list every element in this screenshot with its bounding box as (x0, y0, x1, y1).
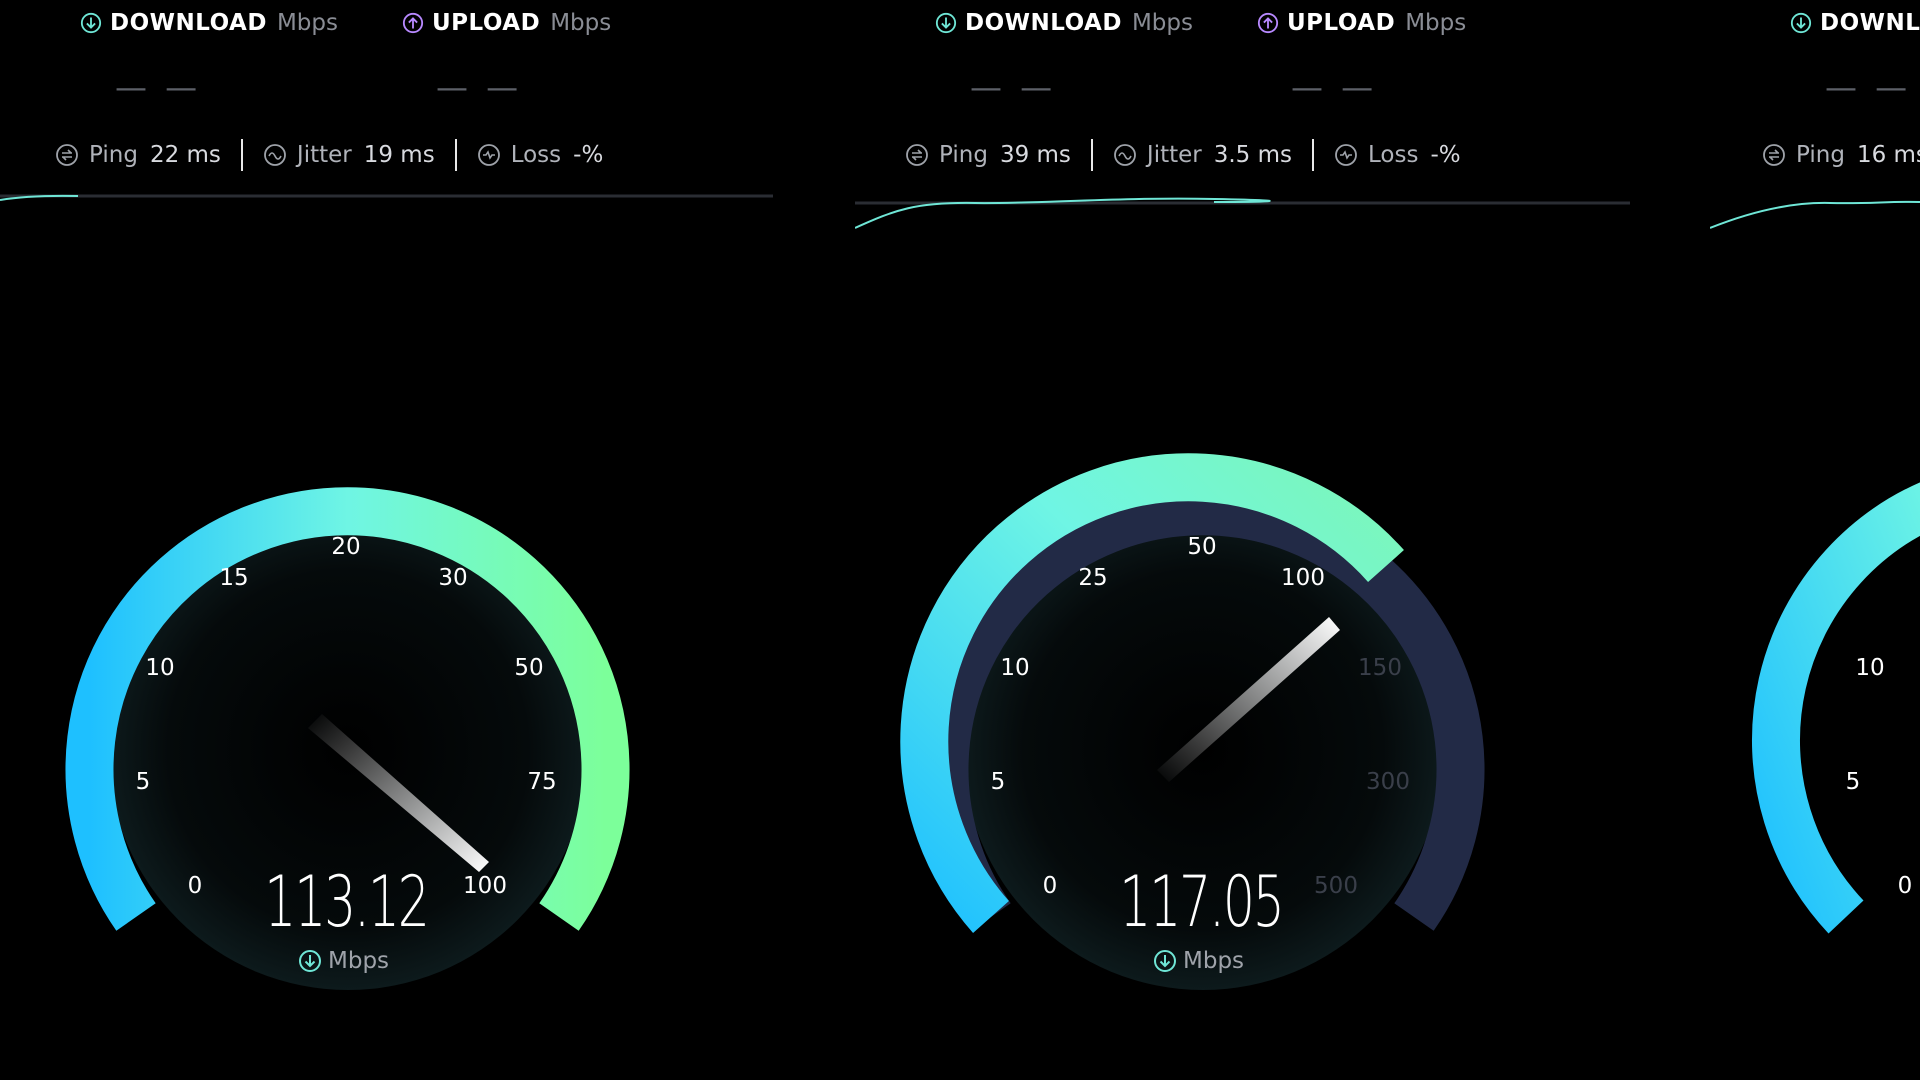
gauge-tick: 0 (187, 873, 203, 899)
speedtest-panel-2: DOWNLOAD Mbps UPLOAD Mbps — — — — Ping 3… (855, 0, 1710, 1080)
gauge-tick: 50 (514, 655, 544, 681)
speedtest-panel-3: DOWNL — — Ping 16 ms 10 5 0 (1710, 0, 1920, 1080)
gauge-tick: 20 (331, 534, 361, 560)
gauge-tick: 75 (527, 769, 557, 795)
gauge-tick: 5 (1845, 769, 1861, 795)
speed-unit-label: Mbps (328, 948, 390, 974)
speedtest-panel-1: DOWNLOAD Mbps UPLOAD Mbps — — — — Ping 2… (0, 0, 855, 1080)
current-speed: 113.12 (264, 861, 430, 943)
speed-graph-and-gauge (1710, 200, 1920, 934)
gauge-tick: 5 (135, 769, 151, 795)
gauge-arc-fill (1752, 482, 1920, 934)
speed-unit: Mbps (298, 948, 389, 974)
gauge-tick: 50 (1187, 534, 1217, 560)
speed-graph-line (1710, 200, 1920, 229)
download-icon (299, 950, 321, 972)
gauge-tick: 150 (1358, 655, 1402, 681)
gauge-tick: 5 (990, 769, 1006, 795)
download-icon (1154, 950, 1176, 972)
gauge-tick: 10 (1855, 655, 1885, 681)
gauge-tick: 25 (1078, 565, 1108, 591)
gauge-tick: 100 (1281, 565, 1325, 591)
gauge-tick: 300 (1366, 769, 1410, 795)
gauge-tick: 10 (145, 655, 175, 681)
current-speed: 117.05 (1119, 861, 1285, 943)
speed-unit-label: Mbps (1183, 948, 1245, 974)
gauge-tick: 0 (1897, 873, 1913, 899)
gauge-tick: 30 (438, 565, 468, 591)
gauge-tick: 15 (219, 565, 249, 591)
gauge-tick: 0 (1042, 873, 1058, 899)
gauge-tick: 10 (1000, 655, 1030, 681)
speed-unit: Mbps (1153, 948, 1244, 974)
